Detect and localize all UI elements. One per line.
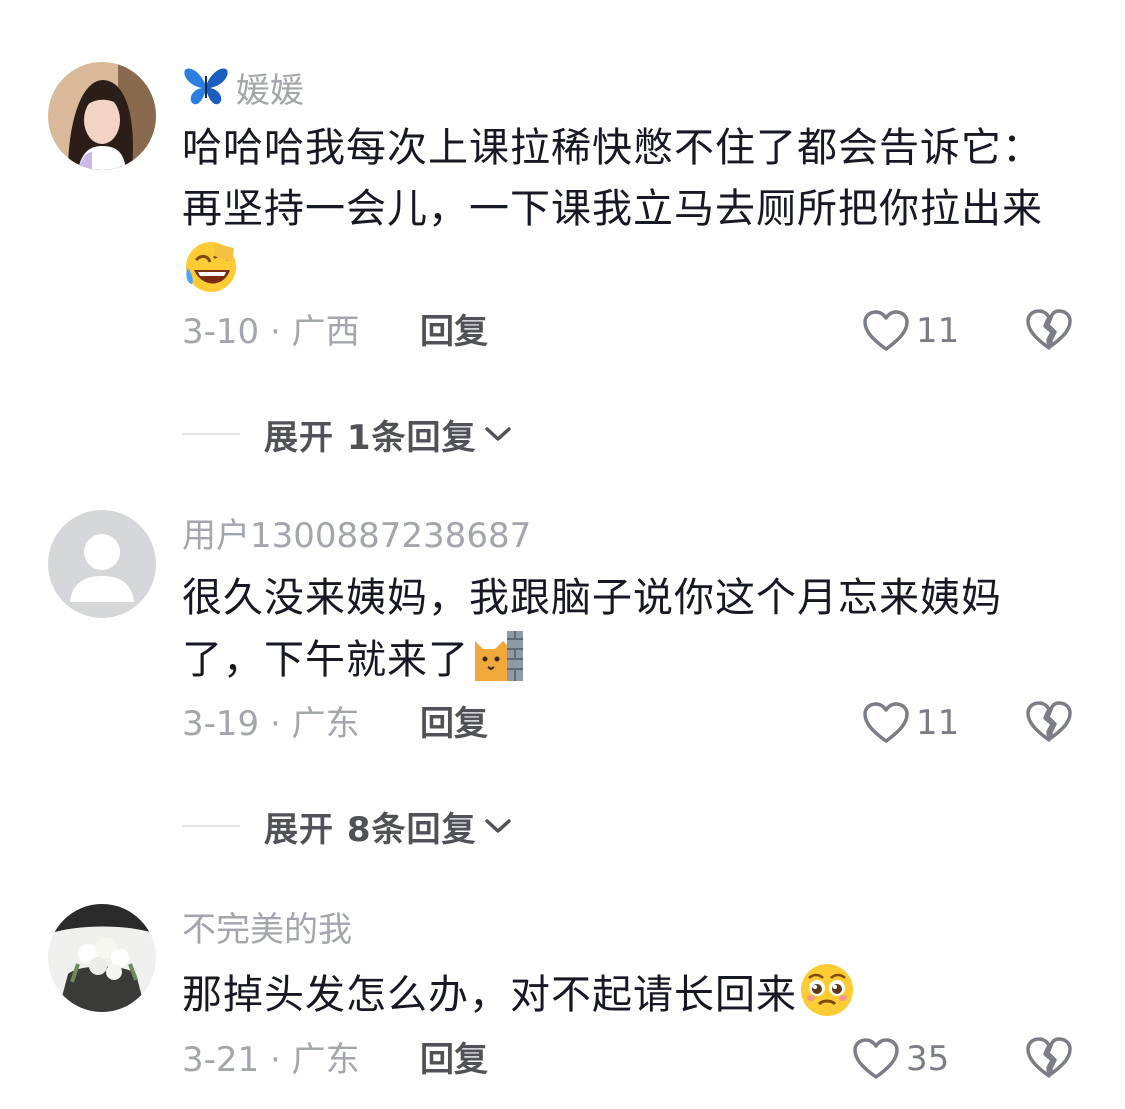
avatar[interactable] xyxy=(48,510,156,618)
avatar[interactable] xyxy=(48,904,156,1012)
divider-line xyxy=(182,825,240,827)
comment-body: 那掉头发怎么办，对不起请长回来 xyxy=(182,972,797,1018)
username[interactable]: 不完美的我 xyxy=(182,910,352,950)
reply-button[interactable]: 回复 xyxy=(420,312,488,352)
like-button[interactable]: 11 xyxy=(862,308,959,354)
rofl-emoji-icon xyxy=(184,240,238,312)
avatar[interactable] xyxy=(48,62,156,170)
like-count: 11 xyxy=(916,703,960,743)
like-count: 35 xyxy=(906,1039,950,1079)
date-location: 3-19 · 广东 xyxy=(182,704,360,744)
expand-replies-label: 展开 1条回复 xyxy=(264,417,477,458)
broken-heart-icon xyxy=(1026,1037,1072,1078)
username-text: 媛媛 xyxy=(236,70,304,111)
comment-body: 哈哈哈我每次上课拉稀快憋不住了都会告诉它：再坚持一会儿，一下课我立马去厕所把你拉… xyxy=(182,125,1043,232)
dislike-button[interactable] xyxy=(1026,700,1072,746)
comment-body: 很久没来姨妈，我跟脑子说你这个月忘来姨妈了，下午就来了 xyxy=(182,575,1002,683)
cat-peeking-emoji-icon xyxy=(471,629,525,701)
username[interactable]: 用户1300887238687 xyxy=(182,516,531,556)
date-location: 3-10 · 广西 xyxy=(182,312,360,352)
like-button[interactable]: 11 xyxy=(862,700,959,746)
like-count: 11 xyxy=(916,311,960,351)
broken-heart-icon xyxy=(1026,309,1072,350)
reply-button[interactable]: 回复 xyxy=(420,704,488,744)
heart-icon xyxy=(863,310,909,351)
username[interactable]: 媛媛 xyxy=(182,66,304,115)
date-location: 3-21 · 广东 xyxy=(182,1040,360,1080)
chevron-down-icon xyxy=(484,427,511,441)
divider-line xyxy=(182,433,240,435)
like-button[interactable]: 35 xyxy=(852,1036,949,1082)
heart-icon xyxy=(853,1038,899,1079)
broken-heart-icon xyxy=(1026,701,1072,742)
comment-text: 哈哈哈我每次上课拉稀快憋不住了都会告诉它：再坚持一会儿，一下课我立马去厕所把你拉… xyxy=(182,118,1062,312)
chevron-down-icon xyxy=(484,819,511,833)
pleading-emoji-icon xyxy=(799,962,855,1036)
butterfly-icon xyxy=(182,66,230,115)
comment-text: 很久没来姨妈，我跟脑子说你这个月忘来姨妈了，下午就来了 xyxy=(182,568,1062,701)
expand-replies-button[interactable]: 展开 1条回复 xyxy=(182,412,513,458)
dislike-button[interactable] xyxy=(1026,1036,1072,1082)
reply-button[interactable]: 回复 xyxy=(420,1040,488,1080)
comment-text: 那掉头发怎么办，对不起请长回来 xyxy=(182,962,1062,1036)
dislike-button[interactable] xyxy=(1026,308,1072,354)
heart-icon xyxy=(863,702,909,743)
expand-replies-label: 展开 8条回复 xyxy=(264,809,477,850)
expand-replies-button[interactable]: 展开 8条回复 xyxy=(182,804,513,850)
